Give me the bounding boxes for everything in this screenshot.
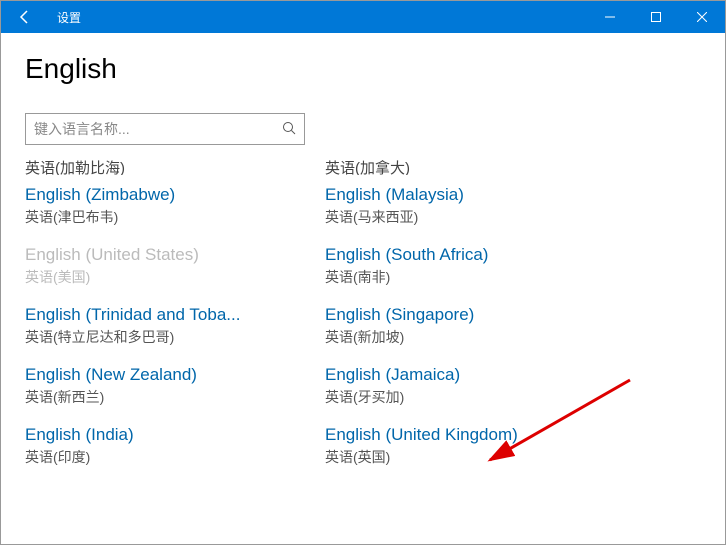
language-item[interactable]: English (Singapore)英语(新加坡): [325, 305, 625, 347]
language-subtitle: 英语(特立尼达和多巴哥): [25, 327, 325, 347]
window-title: 设置: [57, 9, 587, 26]
close-button[interactable]: [679, 1, 725, 33]
content-area: English 英语(加勒比海) 英语(加拿大) English (Zimbab…: [1, 33, 725, 544]
search-box[interactable]: [25, 113, 305, 145]
language-name: 英语(加拿大): [325, 157, 625, 175]
arrow-left-icon: [17, 9, 33, 25]
language-name: English (Zimbabwe): [25, 185, 325, 205]
language-subtitle: 英语(新西兰): [25, 387, 325, 407]
language-item[interactable]: English (South Africa)英语(南非): [325, 245, 625, 287]
language-list: English (Zimbabwe)英语(津巴布韦)English (Malay…: [25, 185, 701, 485]
titlebar: 设置: [1, 1, 725, 33]
language-subtitle: 英语(美国): [25, 267, 325, 287]
language-name: English (Singapore): [325, 305, 625, 325]
search-input[interactable]: [34, 121, 282, 137]
language-item-partial[interactable]: 英语(加拿大): [325, 157, 625, 175]
language-name: English (India): [25, 425, 325, 445]
minimize-icon: [605, 12, 615, 22]
language-item[interactable]: English (New Zealand)英语(新西兰): [25, 365, 325, 407]
language-item[interactable]: English (Zimbabwe)英语(津巴布韦): [25, 185, 325, 227]
language-name: 英语(加勒比海): [25, 157, 325, 175]
language-name: English (Trinidad and Toba...: [25, 305, 325, 325]
language-subtitle: 英语(印度): [25, 447, 325, 467]
language-subtitle: 英语(新加坡): [325, 327, 625, 347]
language-subtitle: 英语(英国): [325, 447, 625, 467]
language-name: English (United States): [25, 245, 325, 265]
language-name: English (South Africa): [325, 245, 625, 265]
window-controls: [587, 1, 725, 33]
back-button[interactable]: [1, 1, 49, 33]
language-subtitle: 英语(南非): [325, 267, 625, 287]
page-title: English: [25, 53, 701, 85]
language-item[interactable]: English (Malaysia)英语(马来西亚): [325, 185, 625, 227]
language-name: English (New Zealand): [25, 365, 325, 385]
minimize-button[interactable]: [587, 1, 633, 33]
language-item[interactable]: English (Jamaica)英语(牙买加): [325, 365, 625, 407]
close-icon: [697, 12, 707, 22]
maximize-icon: [651, 12, 661, 22]
language-item[interactable]: English (United Kingdom)英语(英国): [325, 425, 625, 467]
search-icon: [282, 121, 296, 138]
language-partial-row: 英语(加勒比海) 英语(加拿大): [25, 157, 701, 185]
language-subtitle: 英语(津巴布韦): [25, 207, 325, 227]
language-name: English (Malaysia): [325, 185, 625, 205]
language-item[interactable]: English (Trinidad and Toba...英语(特立尼达和多巴哥…: [25, 305, 325, 347]
language-name: English (Jamaica): [325, 365, 625, 385]
language-item[interactable]: English (India)英语(印度): [25, 425, 325, 467]
language-name: English (United Kingdom): [325, 425, 625, 445]
language-subtitle: 英语(牙买加): [325, 387, 625, 407]
language-subtitle: 英语(马来西亚): [325, 207, 625, 227]
language-item-partial[interactable]: 英语(加勒比海): [25, 157, 325, 175]
maximize-button[interactable]: [633, 1, 679, 33]
language-item: English (United States)英语(美国): [25, 245, 325, 287]
